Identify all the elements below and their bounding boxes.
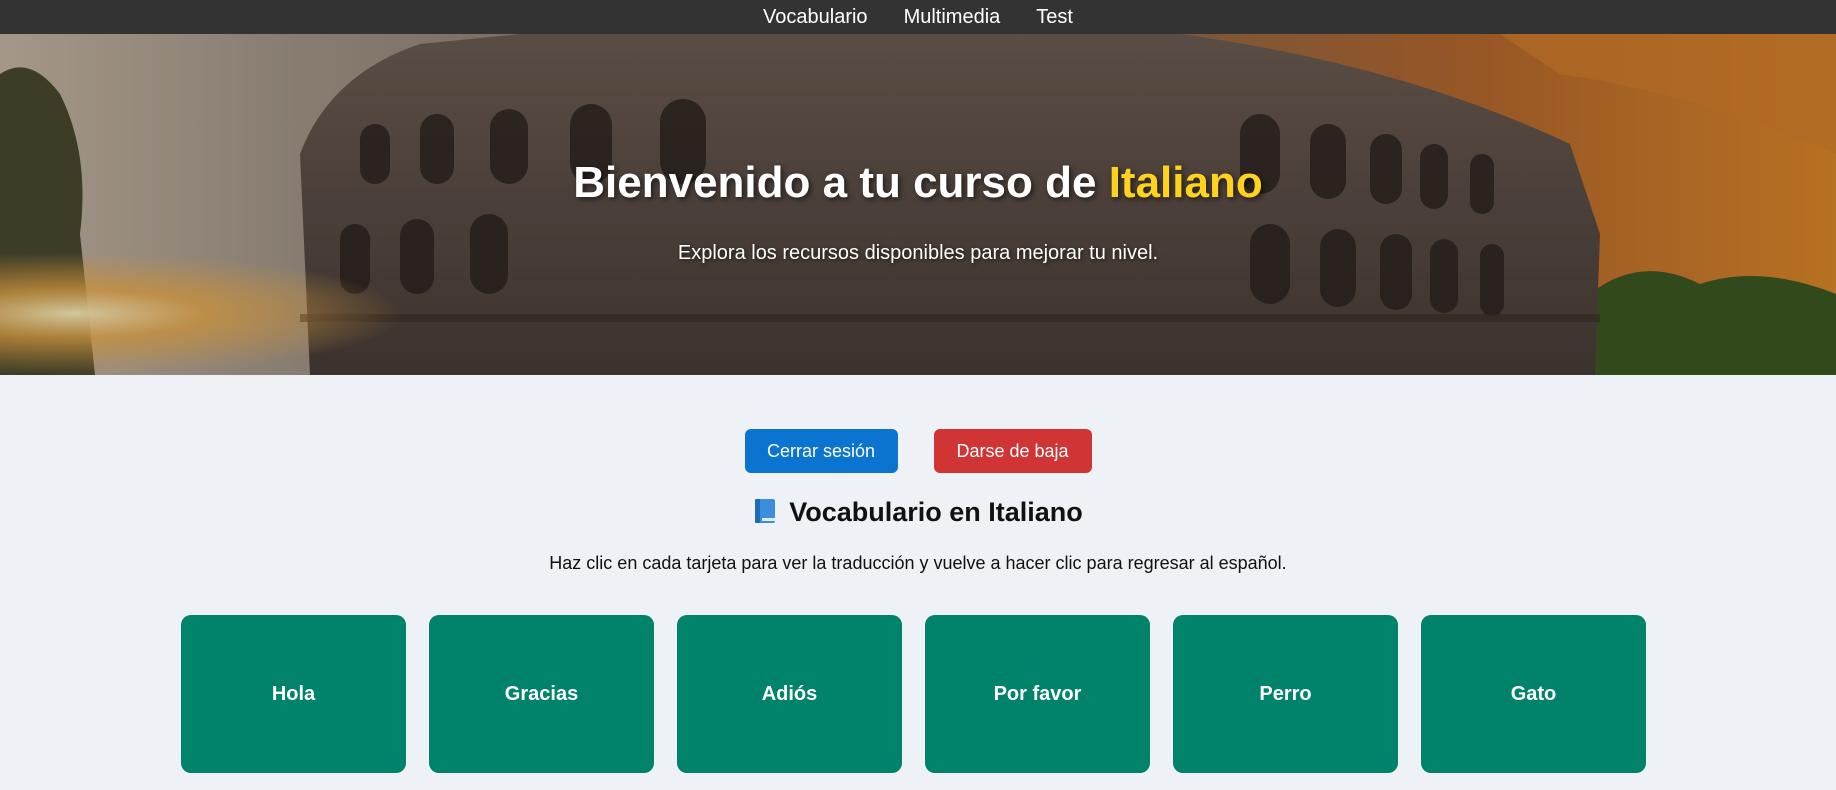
vocab-card-por-favor[interactable]: Por favor — [925, 615, 1150, 773]
hero-title-accent: Italiano — [1108, 158, 1263, 207]
vocab-card-perro[interactable]: Perro — [1173, 615, 1398, 773]
nav-link-multimedia[interactable]: Multimedia — [904, 4, 1001, 30]
unsubscribe-button[interactable]: Darse de baja — [933, 429, 1092, 473]
blue-book-icon — [753, 498, 777, 524]
vocab-card-gracias[interactable]: Gracias — [429, 615, 654, 773]
hero-title-prefix: Bienvenido a tu curso de — [573, 158, 1109, 207]
hero-subtitle: Explora los recursos disponibles para me… — [677, 242, 1159, 264]
account-actions: Cerrar sesión Darse de baja — [0, 429, 1836, 473]
nav-link-test[interactable]: Test — [1036, 4, 1073, 30]
vocab-card-hola[interactable]: Hola — [181, 615, 406, 773]
logout-button[interactable]: Cerrar sesión — [744, 429, 898, 473]
vocab-card-adios[interactable]: Adiós — [677, 615, 902, 773]
vocab-card-gato[interactable]: Gato — [1421, 615, 1646, 773]
hero-title: Bienvenido a tu curso de Italiano — [0, 158, 1836, 208]
vocabulary-description: Haz clic en cada tarjeta para ver la tra… — [549, 553, 1287, 573]
vocabulary-section-title: Vocabulario en Italiano — [0, 497, 1836, 528]
vocabulary-title-text: Vocabulario en Italiano — [789, 497, 1083, 527]
hero-banner: Bienvenido a tu curso de Italiano Explor… — [0, 34, 1836, 375]
vocabulary-card-grid: Hola Gracias Adiós Por favor Perro Gato — [181, 615, 1646, 773]
nav-link-vocabulario[interactable]: Vocabulario — [763, 4, 868, 30]
top-navbar: Vocabulario Multimedia Test — [0, 0, 1836, 34]
